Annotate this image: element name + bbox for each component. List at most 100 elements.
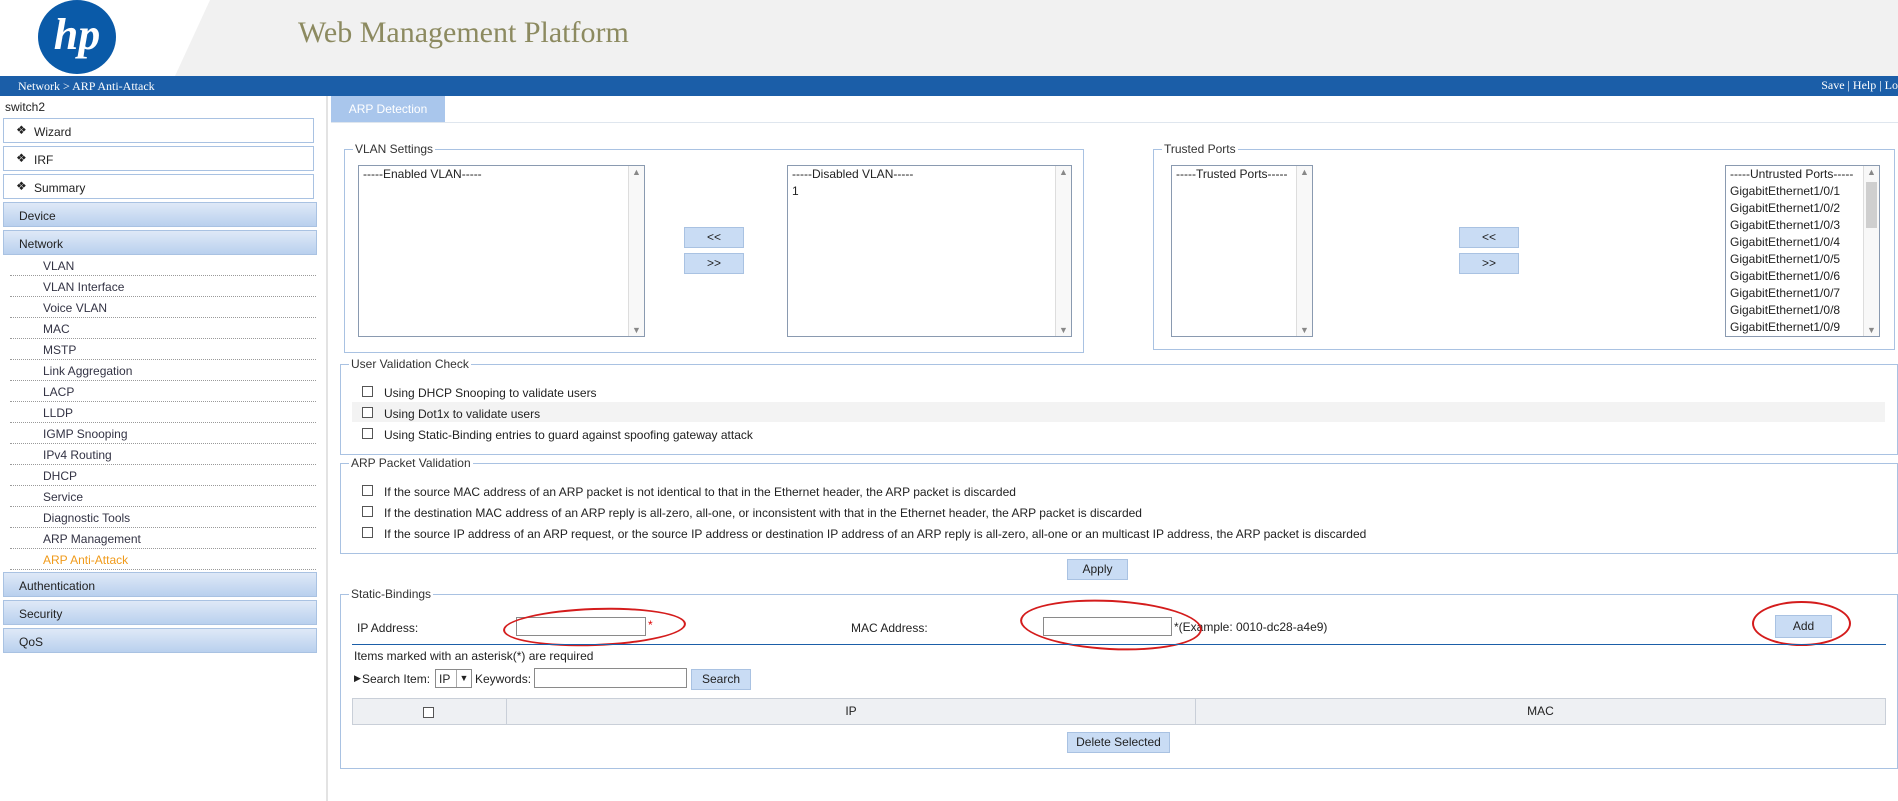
sidebar-item-label: Summary xyxy=(34,181,86,195)
scroll-down-icon[interactable]: ▼ xyxy=(632,325,641,335)
list-item[interactable]: GigabitEthernet1/0/8 xyxy=(1726,302,1879,319)
move-to-trusted-button[interactable]: << xyxy=(1459,227,1519,248)
scrollbar[interactable]: ▲ ▼ xyxy=(1296,166,1312,336)
sidebar-group-authentication[interactable]: Authentication xyxy=(3,572,317,597)
move-to-untrusted-button[interactable]: >> xyxy=(1459,253,1519,274)
sidebar-group-network[interactable]: Network xyxy=(3,230,317,255)
app-title: Web Management Platform xyxy=(298,16,629,49)
select-all-checkbox[interactable] xyxy=(423,707,434,718)
bindings-table-header: IP MAC xyxy=(352,698,1886,725)
scroll-down-icon[interactable]: ▼ xyxy=(1059,325,1068,335)
select-all-cell xyxy=(353,699,507,724)
sidebar-item-diagnostic-tools[interactable]: Diagnostic Tools xyxy=(10,508,316,528)
dot1x-checkbox[interactable] xyxy=(362,407,373,418)
sidebar-group-label: Authentication xyxy=(19,579,96,593)
apply-button[interactable]: Apply xyxy=(1067,559,1128,580)
sidebar-item-label: LACP xyxy=(43,385,75,399)
search-button[interactable]: Search xyxy=(691,669,751,690)
sidebar-item-igmp-snooping[interactable]: IGMP Snooping xyxy=(10,424,316,444)
move-to-disabled-vlan-button[interactable]: >> xyxy=(684,253,744,274)
sidebar-item-arp-management[interactable]: ARP Management xyxy=(10,529,316,549)
save-link[interactable]: Save xyxy=(1821,78,1844,92)
top-bar: Network > ARP Anti-Attack Save | Help | … xyxy=(0,76,1898,96)
top-links: Save | Help | Lo xyxy=(1821,78,1898,92)
list-item[interactable]: GigabitEthernet1/0/4 xyxy=(1726,234,1879,251)
sidebar-item-label: Diagnostic Tools xyxy=(43,511,131,525)
list-item[interactable]: GigabitEthernet1/0/5 xyxy=(1726,251,1879,268)
static-binding-guard-checkbox[interactable] xyxy=(362,428,373,439)
sidebar-item-voice-vlan[interactable]: Voice VLAN xyxy=(10,298,316,318)
sidebar-group-qos[interactable]: QoS xyxy=(3,628,317,653)
sidebar-item-lacp[interactable]: LACP xyxy=(10,382,316,402)
tab-arp-detection[interactable]: ARP Detection xyxy=(331,96,445,122)
dhcp-snooping-checkbox[interactable] xyxy=(362,386,373,397)
trusted-ports-list[interactable]: -----Trusted Ports----- ▲ ▼ xyxy=(1171,165,1313,337)
sidebar-group-security[interactable]: Security xyxy=(3,600,317,625)
scroll-up-icon[interactable]: ▲ xyxy=(1059,167,1068,177)
mac-column-header: MAC xyxy=(1527,704,1554,718)
list-item[interactable]: GigabitEthernet1/0/9 xyxy=(1726,319,1879,336)
select-value: IP xyxy=(439,672,451,686)
divider xyxy=(352,644,1886,645)
mac-address-label: MAC Address: xyxy=(851,621,928,635)
sidebar-item-vlan-interface[interactable]: VLAN Interface xyxy=(10,277,316,297)
expand-arrow-icon[interactable]: ▶ xyxy=(354,673,361,684)
sidebar-item-label: ARP Anti-Attack xyxy=(43,553,129,567)
scroll-up-icon[interactable]: ▲ xyxy=(632,167,641,177)
diamond-icon: ❖ xyxy=(16,123,27,137)
list-item[interactable]: GigabitEthernet1/0/6 xyxy=(1726,268,1879,285)
move-to-enabled-vlan-button[interactable]: << xyxy=(684,227,744,248)
scrollbar[interactable]: ▲ ▼ xyxy=(1863,166,1879,336)
disabled-vlan-list[interactable]: -----Disabled VLAN----- 1 ▲ ▼ xyxy=(787,165,1072,337)
untrusted-ports-list[interactable]: -----Untrusted Ports----- GigabitEtherne… xyxy=(1725,165,1880,337)
source-mac-checkbox[interactable] xyxy=(362,485,373,496)
list-item[interactable]: GigabitEthernet1/0/1 xyxy=(1726,183,1879,200)
vlan-settings-legend: VLAN Settings xyxy=(355,142,434,156)
sidebar-item-link-aggregation[interactable]: Link Aggregation xyxy=(10,361,316,381)
list-item[interactable]: GigabitEthernet1/0/2 xyxy=(1726,200,1879,217)
scroll-up-icon[interactable]: ▲ xyxy=(1300,167,1309,177)
scroll-thumb[interactable] xyxy=(1866,182,1877,228)
sidebar-item-label: IRF xyxy=(34,153,54,167)
list-item[interactable]: GigabitEthernet1/0/7 xyxy=(1726,285,1879,302)
list-item[interactable]: 1 xyxy=(788,183,1071,200)
logout-link[interactable]: Lo xyxy=(1885,78,1898,92)
scrollbar[interactable]: ▲ ▼ xyxy=(628,166,644,336)
delete-selected-button[interactable]: Delete Selected xyxy=(1067,732,1170,753)
sidebar-item-mac[interactable]: MAC xyxy=(10,319,316,339)
red-annotation-circle xyxy=(1752,601,1851,646)
sidebar-item-service[interactable]: Service xyxy=(10,487,316,507)
search-item-select[interactable]: IP ▼ xyxy=(435,669,472,688)
diamond-icon: ❖ xyxy=(16,151,27,165)
list-item[interactable]: GigabitEthernet1/0/3 xyxy=(1726,217,1879,234)
sidebar-item-irf[interactable]: ❖ IRF xyxy=(3,146,314,171)
sidebar-item-wizard[interactable]: ❖ Wizard xyxy=(3,118,314,143)
destination-mac-checkbox[interactable] xyxy=(362,506,373,517)
sidebar-item-label: ARP Management xyxy=(43,532,141,546)
chevron-down-icon[interactable]: ▼ xyxy=(456,670,471,687)
static-bindings-legend: Static-Bindings xyxy=(351,587,432,601)
search-item-label: Search Item: xyxy=(362,672,431,686)
row-highlight xyxy=(352,402,1885,422)
sidebar-item-arp-anti-attack[interactable]: ARP Anti-Attack xyxy=(10,550,316,570)
sidebar-item-dhcp[interactable]: DHCP xyxy=(10,466,316,486)
sidebar-item-label: Voice VLAN xyxy=(43,301,108,315)
sidebar-item-lldp[interactable]: LLDP xyxy=(10,403,316,423)
scroll-down-icon[interactable]: ▼ xyxy=(1867,325,1876,335)
sidebar-item-vlan[interactable]: VLAN xyxy=(10,256,316,276)
list-header: -----Trusted Ports----- xyxy=(1176,167,1288,181)
sidebar-group-device[interactable]: Device xyxy=(3,202,317,227)
enabled-vlan-list[interactable]: -----Enabled VLAN----- ▲ ▼ xyxy=(358,165,645,337)
keywords-input[interactable] xyxy=(534,668,687,688)
scrollbar[interactable]: ▲ ▼ xyxy=(1055,166,1071,336)
option-label: Using Dot1x to validate users xyxy=(384,407,541,421)
ip-address-checkbox[interactable] xyxy=(362,527,373,538)
list-header: -----Untrusted Ports----- xyxy=(1730,167,1854,181)
sidebar-item-summary[interactable]: ❖ Summary xyxy=(3,174,314,199)
sidebar-item-label: LLDP xyxy=(43,406,74,420)
scroll-down-icon[interactable]: ▼ xyxy=(1300,325,1309,335)
help-link[interactable]: Help xyxy=(1853,78,1876,92)
scroll-up-icon[interactable]: ▲ xyxy=(1867,167,1876,177)
sidebar-item-mstp[interactable]: MSTP xyxy=(10,340,316,360)
sidebar-item-ipv4-routing[interactable]: IPv4 Routing xyxy=(10,445,316,465)
